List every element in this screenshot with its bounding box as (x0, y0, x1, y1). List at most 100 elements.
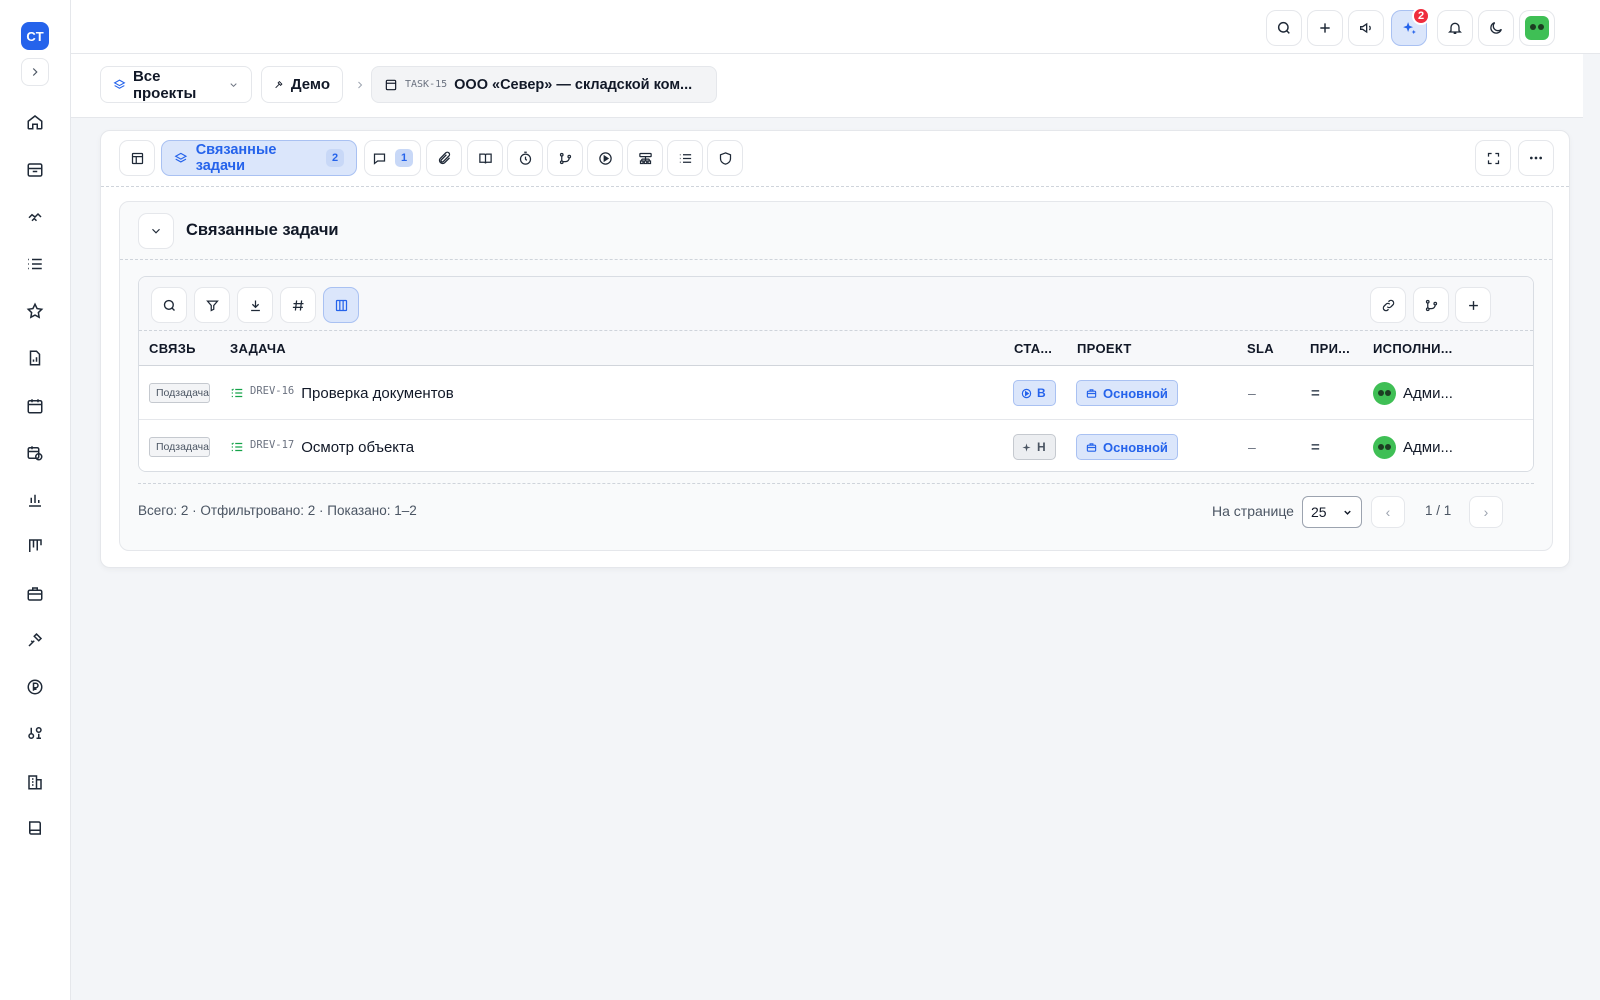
user-avatar-button[interactable] (1519, 10, 1555, 46)
project-badge[interactable]: Основной (1076, 380, 1178, 406)
users-gear-icon[interactable] (23, 721, 47, 745)
inbox-icon[interactable] (23, 158, 47, 182)
layers-icon (113, 79, 126, 89)
status-badge[interactable]: Н (1013, 434, 1056, 460)
sla-value: – (1248, 385, 1256, 401)
tab-runs[interactable] (587, 140, 623, 176)
status-badge[interactable]: В (1013, 380, 1056, 406)
link-icon (1382, 299, 1394, 311)
current-task-crumb[interactable]: TASK-15 ООО «Север» — складской ком... (371, 66, 717, 103)
priority-indicator: = (1311, 438, 1320, 456)
briefcase-icon[interactable] (23, 582, 47, 606)
project-badge[interactable]: Основной (1076, 434, 1178, 460)
column-header-project[interactable]: Проект (1077, 341, 1132, 356)
ai-assistant-button[interactable]: 2 (1391, 7, 1430, 46)
assignee[interactable]: Адми... (1373, 435, 1453, 459)
tab-attachments[interactable] (426, 140, 462, 176)
column-header-status[interactable]: Ста... (1014, 341, 1052, 356)
table-columns-button[interactable] (323, 287, 359, 323)
timer-icon (519, 151, 531, 165)
column-header-priority[interactable]: При... (1310, 341, 1350, 356)
hierarchy-icon (638, 152, 652, 164)
task-title-link[interactable]: Осмотр объекта (301, 439, 414, 456)
branch-task-button[interactable] (1413, 287, 1449, 323)
tab-overview[interactable] (119, 140, 155, 176)
per-page-select[interactable]: 25 (1302, 496, 1362, 528)
list-icon[interactable] (23, 252, 47, 276)
priority-indicator: = (1311, 384, 1320, 402)
table-filter-button[interactable] (194, 287, 230, 323)
star-icon[interactable] (23, 299, 47, 323)
theme-toggle-button[interactable] (1478, 10, 1514, 46)
table-search-button[interactable] (151, 287, 187, 323)
kanban-icon[interactable] (23, 534, 47, 558)
tab-security[interactable] (707, 140, 743, 176)
project-demo-link[interactable]: Демо (261, 66, 343, 103)
plus-icon (1320, 23, 1330, 33)
tab-checklist[interactable] (667, 140, 703, 176)
layers-icon (174, 152, 188, 163)
building-icon[interactable] (23, 770, 47, 794)
chevron-down-icon (1344, 510, 1351, 515)
projects-dropdown[interactable]: Все проекты (100, 66, 252, 103)
announcements-button[interactable] (1348, 10, 1384, 46)
next-page-button[interactable]: › (1469, 496, 1503, 528)
column-header-relation[interactable]: Связь (149, 341, 196, 356)
link-task-button[interactable] (1370, 287, 1406, 323)
assignee[interactable]: Адми... (1373, 381, 1453, 405)
related-tasks-table: Связь Задача Ста... Проект SLA При... Ис… (138, 276, 1534, 472)
book-icon[interactable] (23, 816, 47, 840)
search-icon (1277, 21, 1290, 34)
bar-chart-icon[interactable] (23, 488, 47, 512)
column-header-task[interactable]: Задача (230, 341, 286, 356)
tab-related-tasks[interactable]: Связанные задачи 2 (161, 140, 357, 176)
tab-branches[interactable] (547, 140, 583, 176)
avatar (1373, 435, 1396, 459)
chevron-down-icon (230, 82, 237, 87)
add-related-task-button[interactable] (1455, 287, 1491, 323)
table-toolbar (139, 277, 1533, 331)
table-grouping-button[interactable] (280, 287, 316, 323)
prev-page-button[interactable]: ‹ (1371, 496, 1405, 528)
create-button[interactable] (1307, 10, 1343, 46)
tools-icon[interactable] (23, 628, 47, 652)
handshake-icon[interactable] (23, 205, 47, 229)
task-title-link[interactable]: Проверка документов (301, 385, 453, 402)
play-circle-icon (598, 151, 612, 165)
task-code: DREV-16 (250, 385, 295, 397)
fullscreen-button[interactable] (1475, 140, 1511, 176)
tab-comments[interactable]: 1 (364, 140, 421, 176)
calendar-clock-icon[interactable] (23, 441, 47, 465)
status-label: Н (1037, 440, 1046, 454)
notifications-button[interactable] (1437, 10, 1473, 46)
ruble-icon[interactable] (23, 675, 47, 699)
left-sidebar: CT (0, 0, 71, 1000)
section-title: Связанные задачи (186, 221, 339, 239)
table-row[interactable]: Подзадача DREV-17 Осмотр объекта Н Основ… (139, 420, 1533, 471)
table-export-button[interactable] (237, 287, 273, 323)
tab-time-tracking[interactable] (507, 140, 543, 176)
plus-icon (1468, 300, 1478, 310)
tab-wiki[interactable] (467, 140, 503, 176)
more-actions-button[interactable] (1518, 140, 1554, 176)
collapse-section-button[interactable] (138, 213, 174, 249)
more-horizontal-icon (1530, 156, 1542, 160)
paperclip-icon (438, 151, 450, 164)
file-chart-icon[interactable] (23, 346, 47, 370)
book-open-icon (478, 153, 492, 164)
expand-sidebar-button[interactable] (21, 58, 49, 86)
projects-label: Все проекты (132, 67, 197, 102)
briefcase-icon (1086, 442, 1097, 452)
page-info: 1 / 1 (1425, 503, 1452, 518)
search-button[interactable] (1266, 10, 1302, 46)
calendar-icon[interactable] (23, 394, 47, 418)
home-icon[interactable] (23, 110, 47, 134)
column-header-assignee[interactable]: Исполни... (1373, 341, 1453, 356)
workspace-logo[interactable]: CT (21, 22, 49, 50)
table-summary: Всего: 2 · Отфильтровано: 2 · Показано: … (138, 503, 417, 518)
moon-icon (1490, 22, 1502, 34)
tab-structure[interactable] (627, 140, 663, 176)
task-card-icon (385, 79, 397, 90)
table-row[interactable]: Подзадача DREV-16 Проверка документов В … (139, 366, 1533, 420)
column-header-sla[interactable]: SLA (1247, 341, 1274, 356)
